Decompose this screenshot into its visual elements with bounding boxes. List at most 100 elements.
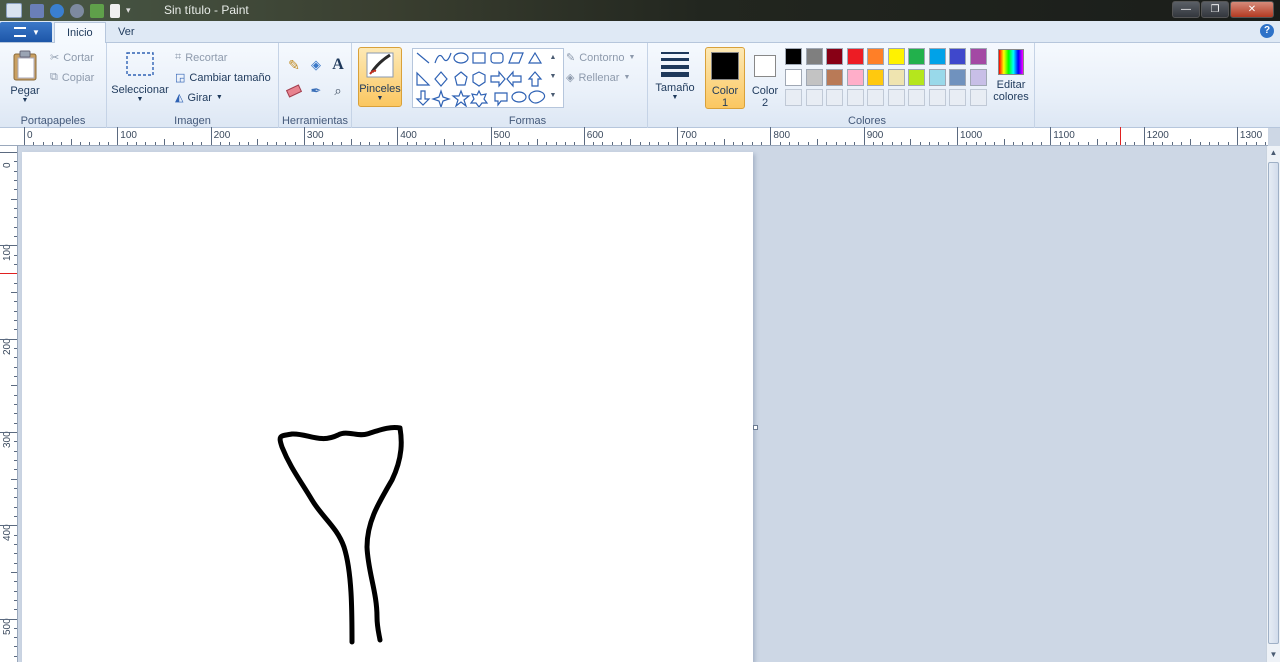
ruler-tick	[98, 142, 100, 145]
ruler-tick	[817, 139, 819, 145]
palette-swatch-empty[interactable]	[908, 89, 925, 106]
tab-ver[interactable]: Ver	[106, 22, 147, 43]
cut-button[interactable]: ✂ Cortar	[50, 51, 94, 65]
paste-button[interactable]: Pegar ▼	[6, 49, 44, 104]
ruler-tick	[415, 142, 417, 145]
ribbon: Pegar ▼ ✂ Cortar ⧉ Copiar Portapapeles S…	[0, 43, 1280, 128]
group-portapapeles: Pegar ▼ ✂ Cortar ⧉ Copiar Portapapeles	[0, 43, 107, 128]
chevron-down-icon: ▼	[671, 94, 679, 101]
palette-swatch[interactable]	[949, 68, 966, 86]
save-icon[interactable]	[30, 3, 44, 18]
shapes-gallery[interactable]	[412, 48, 564, 109]
outline-button[interactable]: ✎ Contorno ▼	[566, 51, 635, 65]
palette-swatch[interactable]	[785, 68, 802, 86]
ruler-tick	[201, 142, 203, 145]
size-button[interactable]: Tamaño ▼	[654, 49, 696, 101]
brushes-button[interactable]: Pinceles ▼	[358, 47, 402, 107]
select-button[interactable]: Seleccionar ▼	[111, 51, 169, 103]
group-pinceles: Pinceles ▼	[352, 43, 408, 128]
quick-access-dropdown-icon[interactable]: ▾	[126, 5, 131, 16]
ruler-tick	[499, 142, 501, 145]
ruler-tick	[807, 142, 809, 145]
scroll-thumb[interactable]	[1268, 162, 1279, 644]
customize-icon[interactable]	[90, 3, 104, 18]
palette-swatch[interactable]	[887, 48, 905, 65]
palette-swatch[interactable]	[826, 68, 843, 86]
help-icon[interactable]: ?	[1260, 24, 1274, 38]
palette-swatch[interactable]	[846, 48, 864, 65]
magnifier-tool[interactable]: ⌕	[328, 81, 348, 101]
palette-swatch-empty[interactable]	[867, 89, 884, 106]
fill-icon: ◈	[566, 72, 575, 84]
palette-swatch[interactable]	[908, 68, 925, 86]
ruler-label: 100	[120, 130, 137, 141]
scroll-up-icon[interactable]: ▲	[1267, 146, 1280, 160]
fill-button[interactable]: ◈ Rellenar ▼	[566, 71, 631, 85]
scroll-down-icon[interactable]: ▼	[1267, 648, 1280, 662]
eraser-tool[interactable]	[284, 81, 304, 101]
rotate-button[interactable]: ◭ Girar ▼	[175, 91, 223, 105]
palette-swatch[interactable]	[785, 48, 802, 65]
drawing-canvas[interactable]	[22, 152, 758, 662]
horizontal-ruler: 0 100 200 300 400 500 600 700 800 900 1000 1100 1200…	[0, 127, 1268, 146]
line-width-icon	[661, 52, 689, 77]
palette-swatch[interactable]	[805, 48, 823, 65]
vertical-scrollbar[interactable]: ▲ ▼	[1266, 146, 1280, 662]
palette-swatch[interactable]	[867, 48, 884, 65]
copy-button[interactable]: ⧉ Copiar	[50, 71, 94, 84]
resize-handle-right[interactable]	[753, 425, 758, 430]
ruler-tick	[14, 217, 17, 219]
palette-swatch-empty[interactable]	[887, 89, 905, 106]
ruler-tick	[947, 142, 949, 145]
resize-button[interactable]: ◲ Cambiar tamaño	[175, 71, 271, 85]
ruler-tick	[770, 127, 772, 145]
ruler-tick	[14, 366, 17, 368]
fill-tool[interactable]: ◈	[306, 55, 326, 75]
palette-swatch-empty[interactable]	[826, 89, 843, 106]
chevron-down-icon: ▼	[623, 74, 631, 81]
redo-icon[interactable]	[70, 3, 84, 18]
ruler-tick	[938, 142, 940, 145]
palette-swatch[interactable]	[805, 68, 823, 86]
minimize-button[interactable]: —	[1172, 1, 1200, 18]
crop-button[interactable]: ⌗ Recortar	[175, 51, 227, 64]
file-menu-button[interactable]: ▼	[0, 22, 52, 42]
close-button[interactable]: ✕	[1230, 1, 1274, 18]
color-picker-tool[interactable]: ✒	[306, 81, 326, 101]
group-imagen: Seleccionar ▼ ⌗ Recortar ◲ Cambiar tamañ…	[107, 43, 279, 128]
palette-swatch[interactable]	[908, 48, 925, 65]
shapes-scroll[interactable]: ▲ ▼ ▼	[547, 48, 559, 108]
palette-swatch[interactable]	[928, 48, 946, 65]
ruler-label: 1200	[1146, 130, 1169, 141]
palette-swatch[interactable]	[867, 68, 884, 86]
paint-app-icon[interactable]	[6, 3, 22, 18]
palette-swatch-empty[interactable]	[805, 89, 823, 106]
tab-inicio[interactable]: Inicio	[54, 22, 106, 43]
ruler-tick	[135, 142, 137, 145]
ruler-tick	[1199, 142, 1201, 145]
palette-swatch[interactable]	[928, 68, 946, 86]
palette-swatch[interactable]	[846, 68, 864, 86]
ruler-tick	[1106, 142, 1108, 145]
restore-button[interactable]: ❐	[1201, 1, 1229, 18]
palette-swatch-empty[interactable]	[928, 89, 946, 106]
palette-swatch-empty[interactable]	[949, 89, 966, 106]
pencil-tool[interactable]: ✎	[284, 55, 304, 75]
ruler-tick	[163, 139, 165, 145]
ruler-tick	[966, 142, 968, 145]
palette-swatch-empty[interactable]	[846, 89, 864, 106]
edit-colors-button[interactable]: Editar colores	[990, 49, 1032, 103]
ruler-tick	[649, 142, 651, 145]
new-file-icon[interactable]	[110, 3, 120, 18]
palette-swatch-empty[interactable]	[785, 89, 802, 106]
ruler-tick	[79, 142, 81, 145]
palette-swatch[interactable]	[826, 48, 843, 65]
palette-swatch[interactable]	[969, 68, 987, 86]
palette-swatch-empty[interactable]	[969, 89, 987, 106]
palette-swatch[interactable]	[969, 48, 987, 65]
undo-icon[interactable]	[50, 3, 64, 18]
text-tool[interactable]: A	[328, 55, 348, 75]
palette-swatch[interactable]	[887, 68, 905, 86]
palette-swatch[interactable]	[949, 48, 966, 65]
ruler-tick	[14, 515, 17, 517]
